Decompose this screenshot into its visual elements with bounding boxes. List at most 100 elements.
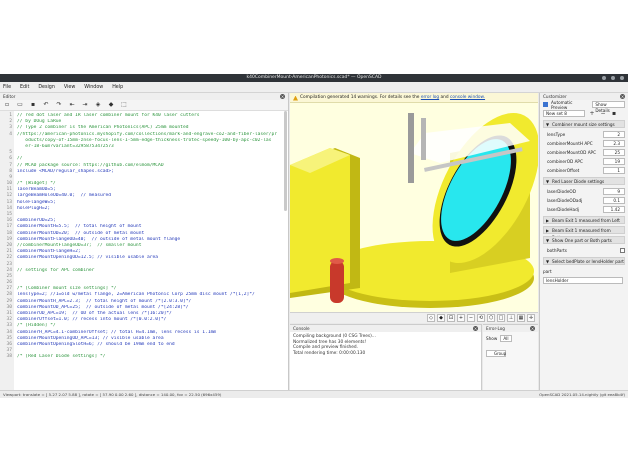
new-file-icon[interactable]: ▫	[3, 101, 11, 109]
zoom-in-icon[interactable]: +	[457, 314, 465, 322]
param-value-input[interactable]: 1	[603, 167, 625, 174]
param-value-input[interactable]: 0.1	[603, 197, 625, 204]
menu-design[interactable]: Design	[38, 85, 55, 90]
viewport-status: Viewport: translate = [ 5.27 2.07 5.88 ]…	[3, 392, 222, 397]
part-select[interactable]: lensHolder	[543, 277, 623, 284]
param-row: combinerOffset 1	[540, 166, 628, 175]
section-label: Select bedPlate or lensHolder part	[552, 259, 624, 264]
param-value-input[interactable]: 9	[603, 188, 625, 195]
section-label: Red Laser Diode settings	[552, 179, 605, 184]
crosshairs-icon[interactable]: ✛	[527, 314, 535, 322]
unindent-icon[interactable]: ⇤	[68, 101, 76, 109]
show-select[interactable]: All	[500, 335, 512, 342]
warning-text: Compilation generated 14 warnings. For d…	[300, 95, 420, 100]
undo-icon[interactable]: ↶	[42, 101, 50, 109]
preview-icon[interactable]: ◈	[94, 101, 102, 109]
param-row: laserDiodeODadj 0.1	[540, 196, 628, 205]
view-all-icon[interactable]: ⊡	[447, 314, 455, 322]
section-beam-exit-left[interactable]: ▶ Beam Exit 1 measured from Left	[543, 216, 625, 224]
param-row: lensType 2	[540, 130, 628, 139]
section-show-parts[interactable]: ▼ Show One part or Both parts	[543, 236, 625, 244]
render-icon[interactable]: ◆	[437, 314, 445, 322]
group-checkbox[interactable]: Group	[486, 350, 506, 357]
export-icon[interactable]: ⬚	[120, 101, 128, 109]
close-icon[interactable]: ×	[530, 326, 535, 331]
save-preset-icon[interactable]: ▪	[610, 110, 618, 118]
indent-icon[interactable]: ⇥	[81, 101, 89, 109]
show-details-select[interactable]: Show Details	[592, 101, 625, 113]
code-line[interactable]: /* [Red Laser Diode settings] */	[17, 354, 289, 360]
param-value-input[interactable]: 2.3	[603, 140, 625, 147]
error-log-link[interactable]: error log	[421, 95, 439, 100]
3d-viewport[interactable]: Compilation generated 14 warnings. For d…	[290, 93, 538, 323]
laser-diode-top	[330, 258, 344, 264]
render-icon[interactable]: ◆	[107, 101, 115, 109]
close-icon[interactable]	[620, 76, 624, 80]
console-window-link[interactable]: console window.	[450, 95, 485, 100]
param-value-input[interactable]: 25	[603, 149, 625, 156]
version-label: OpenSCAD 2021.05.14.nightly (git eea8b4f…	[539, 392, 625, 397]
chevron-right-icon: ▶	[546, 228, 550, 233]
line-number: 38	[6, 354, 12, 360]
editor-pane: Editor × ▫ ▭ ▪ ↶ ↷ ⇤ ⇥ ◈ ◆ ⬚ 1 2 3 4 5 6 7 8 9 10…	[0, 93, 289, 390]
auto-preview-checkbox[interactable]	[543, 102, 548, 107]
add-preset-icon[interactable]: +	[588, 110, 596, 118]
console-output: Compiling background (0 CSG Trees)... No…	[290, 332, 481, 358]
warning-and: and	[440, 95, 449, 100]
param-row: combinerOD APC 19	[540, 157, 628, 166]
open-file-icon[interactable]: ▭	[16, 101, 24, 109]
close-icon[interactable]: ×	[473, 326, 478, 331]
param-value-input[interactable]: 2	[603, 131, 625, 138]
editor-scrollbar[interactable]	[284, 111, 287, 211]
part-select-row: lensHolder	[540, 276, 628, 285]
menu-window[interactable]: Window	[84, 85, 103, 90]
param-value-input[interactable]: 19	[603, 158, 625, 165]
editor-title: Editor	[3, 94, 16, 99]
preview-icon[interactable]: ◇	[427, 314, 435, 322]
menu-edit[interactable]: Edit	[20, 85, 29, 90]
viewport-toolbar: ◇ ◆ ⊡ + − ⟲ ⬡ □ ⊥ ▦ ✛	[290, 312, 538, 323]
code-editor[interactable]: 1 2 3 4 5 6 7 8 9 10 11 12 13 14 15 16 17 18 19 20 21 22 23 24 2…	[0, 111, 289, 390]
menu-help[interactable]: Help	[112, 85, 123, 90]
window-controls	[602, 74, 624, 82]
close-icon[interactable]: ×	[280, 94, 285, 99]
section-beam-exit-bottom[interactable]: ▶ Beam Exit 1 measured from Bottom	[543, 226, 625, 240]
param-name: combinerOffset	[547, 168, 580, 173]
preset-select[interactable]: New set 8	[543, 110, 585, 117]
axes-icon[interactable]: ⊥	[507, 314, 515, 322]
reset-view-icon[interactable]: ⟲	[477, 314, 485, 322]
edges-icon[interactable]: ▦	[517, 314, 525, 322]
chevron-down-icon: ▼	[546, 259, 550, 264]
screenshot-area: k40CombinerMount-AmericanPhotonics.scad*…	[0, 74, 628, 398]
menu-view[interactable]: View	[64, 85, 75, 90]
save-icon[interactable]: ▪	[29, 101, 37, 109]
code-line[interactable]: //https://american-photonics.myshopify.c…	[17, 132, 289, 138]
customizer-pane: Customizer × Automatic Preview Show Deta…	[539, 93, 628, 390]
param-row: laserDiodeOD 9	[540, 187, 628, 196]
orthogonal-icon[interactable]: □	[497, 314, 505, 322]
section-label: Combiner mount size settings	[552, 122, 615, 127]
section-red-laser-diode[interactable]: ▼ Red Laser Diode settings	[543, 177, 625, 185]
perspective-icon[interactable]: ⬡	[487, 314, 495, 322]
menu-file[interactable]: File	[3, 85, 11, 90]
both-parts-checkbox[interactable]	[620, 248, 625, 253]
param-value-input[interactable]: 1.42	[603, 206, 625, 213]
param-row: combinerMountOD APC 25	[540, 148, 628, 157]
console-title-bar: Console ×	[290, 325, 481, 332]
section-combiner-mount[interactable]: ▼ Combiner mount size settings	[543, 120, 625, 128]
customizer-title: Customizer	[543, 94, 567, 99]
close-icon[interactable]: ×	[620, 94, 625, 99]
code-line[interactable]: lensType=2; //1=old w/metal flange, 2=Am…	[17, 292, 289, 298]
chevron-down-icon: ▼	[546, 179, 550, 184]
auto-preview-label: Automatic Preview	[550, 99, 573, 110]
window-titlebar: k40CombinerMount-AmericanPhotonics.scad*…	[0, 74, 628, 82]
remove-preset-icon[interactable]: −	[599, 110, 607, 118]
param-name: laserDiodeODadj	[547, 198, 583, 203]
zoom-out-icon[interactable]: −	[467, 314, 475, 322]
laser-diode-holder	[330, 261, 344, 303]
code-text[interactable]: // red dot laser and IR laser combiner m…	[14, 111, 289, 390]
minimize-icon[interactable]	[602, 76, 606, 80]
section-select-part[interactable]: ▼ Select bedPlate or lensHolder part	[543, 257, 625, 265]
maximize-icon[interactable]	[611, 76, 615, 80]
redo-icon[interactable]: ↷	[55, 101, 63, 109]
